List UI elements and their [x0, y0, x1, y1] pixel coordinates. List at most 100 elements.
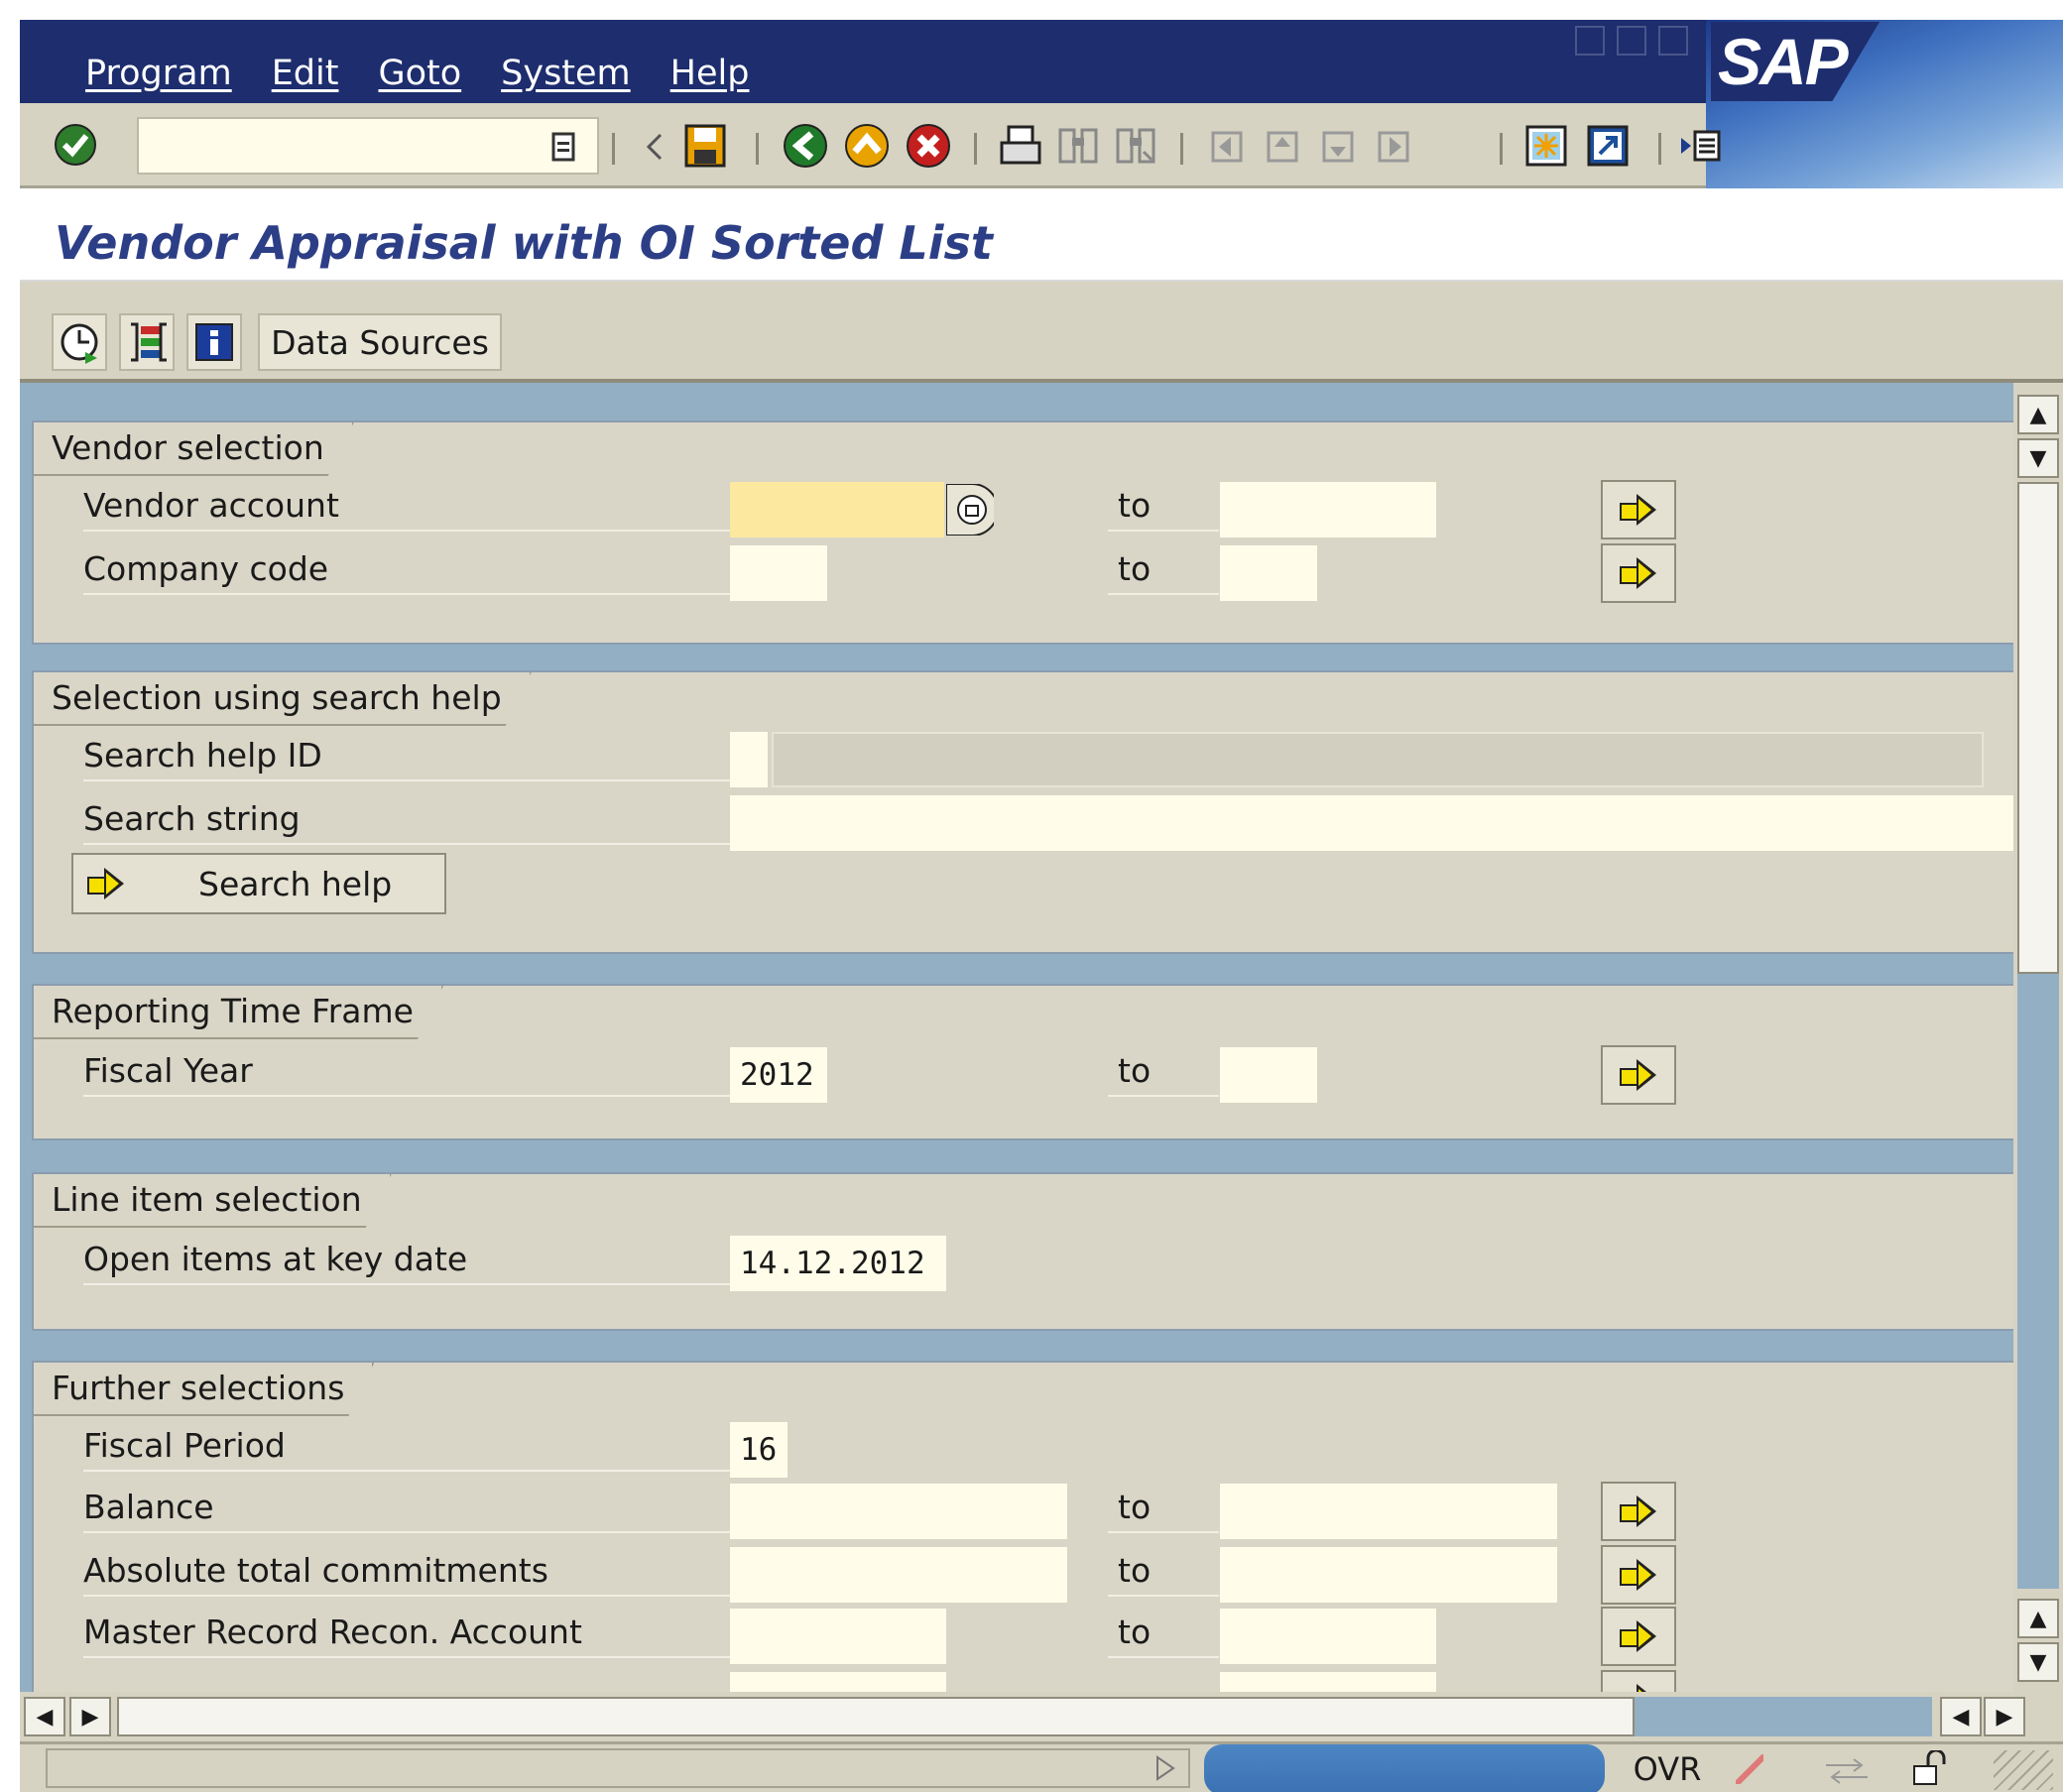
scroll-up-icon[interactable]: ▲	[2017, 395, 2059, 434]
vendor-account-to-input[interactable]	[1220, 482, 1436, 538]
scroll-up-icon[interactable]: ▲	[2017, 1599, 2059, 1638]
info-button[interactable]	[186, 313, 242, 371]
open-items-date-input[interactable]: 14.12.2012	[730, 1236, 946, 1291]
toolbar-separator	[1658, 133, 1661, 165]
minimize-icon[interactable]	[1575, 26, 1605, 56]
master-record-from-input[interactable]	[730, 1609, 946, 1664]
line-item-recon-multiple-button[interactable]	[1601, 1670, 1676, 1692]
command-input[interactable]	[139, 119, 536, 169]
vertical-scrollbar[interactable]: ▲ ▼ ▲ ▼	[2013, 383, 2063, 1692]
menu-system[interactable]: System	[501, 54, 631, 93]
menu-goto[interactable]: Goto	[378, 54, 461, 93]
horizontal-scrollbar[interactable]: ◀ ▶ ◀ ▶	[20, 1692, 2063, 1741]
shortcut-icon[interactable]	[1581, 119, 1635, 173]
exit-icon[interactable]	[839, 119, 895, 173]
fiscal-year-multiple-button[interactable]	[1601, 1045, 1676, 1105]
create-session-icon[interactable]	[1519, 119, 1573, 173]
line-item-recon-to-input[interactable]	[1220, 1672, 1436, 1692]
abs-commitments-to-input[interactable]	[1220, 1547, 1557, 1603]
data-sources-button[interactable]: Data Sources	[258, 313, 502, 371]
arrow-right-icon	[1620, 1684, 1657, 1692]
line-item-selection-frame: Line item selection Open items at key da…	[32, 1172, 2013, 1331]
line-item-recon-label	[83, 1670, 738, 1692]
balance-label: Balance	[83, 1482, 738, 1533]
balance-from-input[interactable]	[730, 1484, 1067, 1539]
multiple-selection-icon[interactable]	[944, 482, 996, 538]
menu: Program Edit Goto System Help	[85, 54, 749, 93]
search-string-input[interactable]	[730, 795, 2013, 851]
scroll-down-icon[interactable]: ▼	[2017, 438, 2059, 478]
search-string-label: Search string	[83, 793, 738, 845]
fiscal-period-input[interactable]: 16	[730, 1422, 788, 1478]
command-dropdown-icon[interactable]	[544, 127, 583, 167]
resize-grip-icon[interactable]	[1994, 1750, 2053, 1790]
save-icon[interactable]	[678, 119, 732, 173]
abs-commitments-multiple-button[interactable]	[1601, 1545, 1676, 1605]
execute-button[interactable]	[52, 313, 107, 371]
next-page-icon[interactable]	[1311, 119, 1363, 173]
abs-commitments-from-input[interactable]	[730, 1547, 1067, 1603]
print-icon[interactable]	[994, 119, 1047, 173]
cancel-icon[interactable]	[901, 119, 956, 173]
search-help-button[interactable]: Search help	[71, 853, 446, 914]
search-help-id-input[interactable]	[730, 732, 768, 787]
menu-edit[interactable]: Edit	[272, 54, 339, 93]
menu-program[interactable]: Program	[85, 54, 232, 93]
variants-button[interactable]	[119, 313, 175, 371]
window-controls	[1575, 26, 1688, 56]
scroll-right-icon[interactable]: ▶	[69, 1697, 111, 1736]
horizontal-scroll-track	[1635, 1697, 1932, 1736]
back-triangle-icon[interactable]	[635, 127, 674, 167]
vendor-account-label: Vendor account	[83, 480, 738, 532]
fiscal-year-to-input[interactable]	[1220, 1047, 1317, 1103]
previous-page-icon[interactable]	[1256, 119, 1307, 173]
search-help-description	[772, 732, 1984, 787]
title-area: Vendor Appraisal with OI Sorted List	[20, 188, 2063, 282]
first-page-icon[interactable]	[1200, 119, 1252, 173]
expand-status-icon[interactable]	[1149, 1750, 1182, 1786]
arrow-right-icon	[1620, 1559, 1657, 1591]
vendor-selection-frame: Vendor selection Vendor account to Compa…	[32, 420, 2013, 645]
command-field[interactable]	[137, 117, 599, 175]
frame-title: Line item selection	[34, 1174, 392, 1228]
menu-help[interactable]: Help	[670, 54, 750, 93]
balance-to-input[interactable]	[1220, 1484, 1557, 1539]
horizontal-scroll-thumb[interactable]	[117, 1697, 1635, 1736]
balance-multiple-button[interactable]	[1601, 1482, 1676, 1541]
insert-mode-indicator[interactable]: OVR	[1619, 1748, 1716, 1790]
fiscal-year-label: Fiscal Year	[83, 1045, 738, 1097]
arrow-right-icon	[1620, 1059, 1657, 1091]
fiscal-period-label: Fiscal Period	[83, 1420, 738, 1472]
vendor-account-from-input[interactable]	[730, 482, 944, 538]
frame-title: Further selections	[34, 1363, 374, 1416]
data-sources-label: Data Sources	[271, 322, 489, 362]
scroll-right-icon[interactable]: ▶	[1984, 1697, 2025, 1736]
lock-icon[interactable]	[1902, 1748, 1958, 1790]
vendor-account-multiple-button[interactable]	[1601, 480, 1676, 539]
scroll-thumb[interactable]	[2017, 482, 2059, 974]
master-record-to-input[interactable]	[1220, 1609, 1436, 1664]
find-icon[interactable]	[1051, 119, 1105, 173]
enter-icon[interactable]	[50, 119, 101, 171]
scroll-left-icon[interactable]: ◀	[1940, 1697, 1982, 1736]
find-next-icon[interactable]	[1109, 119, 1162, 173]
status-message-field	[46, 1748, 1190, 1788]
company-code-label: Company code	[83, 543, 738, 595]
company-code-to-input[interactable]	[1220, 545, 1317, 601]
scroll-left-icon[interactable]: ◀	[24, 1697, 65, 1736]
toolbar-separator	[612, 133, 615, 165]
to-label: to	[1108, 543, 1219, 595]
help-icon[interactable]	[1674, 123, 1726, 169]
line-item-recon-from-input[interactable]	[730, 1672, 946, 1692]
arrow-right-icon	[87, 868, 125, 899]
maximize-icon[interactable]	[1617, 26, 1646, 56]
system-info-field[interactable]	[1204, 1744, 1605, 1792]
company-code-from-input[interactable]	[730, 545, 827, 601]
company-code-multiple-button[interactable]	[1601, 543, 1676, 603]
close-icon[interactable]	[1658, 26, 1688, 56]
master-record-multiple-button[interactable]	[1601, 1607, 1676, 1666]
scroll-down-icon[interactable]: ▼	[2017, 1642, 2059, 1682]
back-icon[interactable]	[778, 119, 833, 173]
last-page-icon[interactable]	[1367, 119, 1418, 173]
fiscal-year-from-input[interactable]: 2012	[730, 1047, 827, 1103]
